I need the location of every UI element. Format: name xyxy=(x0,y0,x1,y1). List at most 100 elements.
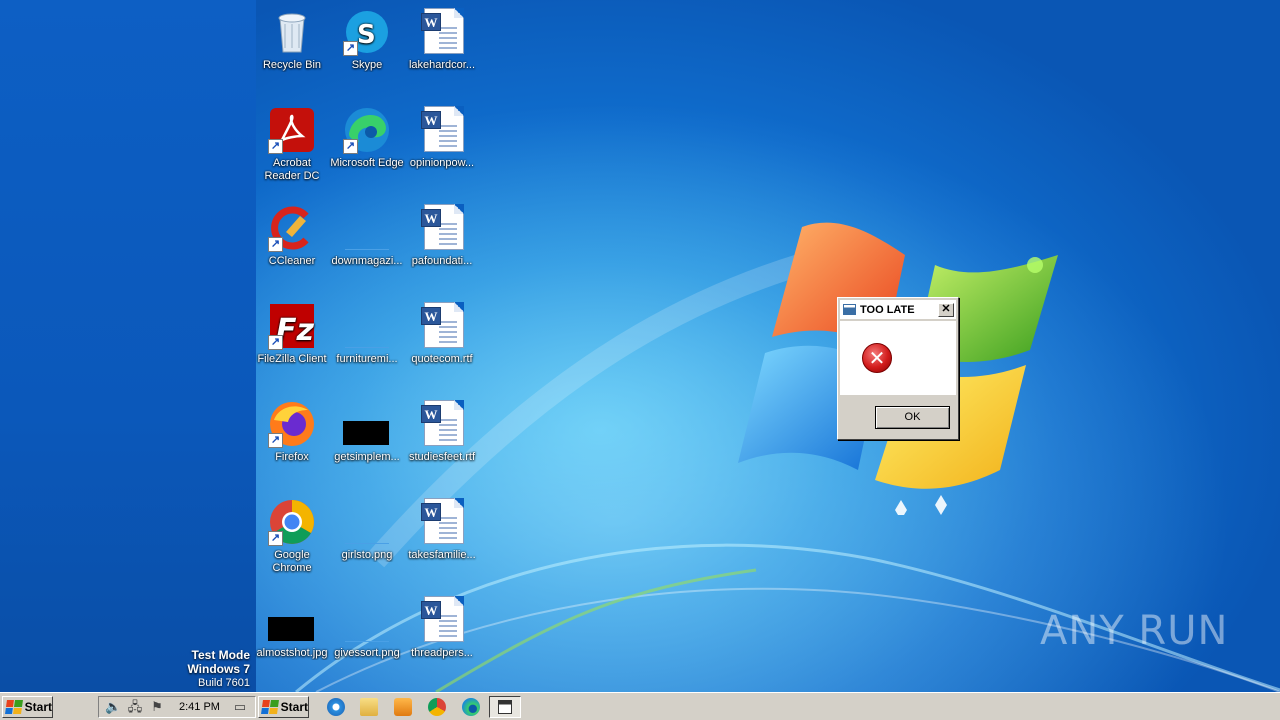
ok-button[interactable]: OK xyxy=(875,406,950,429)
network-icon[interactable]: 🖧 xyxy=(127,699,143,715)
start-label-secondary: Start xyxy=(280,700,308,714)
desktop-icon-takesfamilie[interactable]: W takesfamilie... xyxy=(404,498,480,562)
desktop-icon-firefox[interactable]: ↗ Firefox xyxy=(254,400,330,464)
word-document-icon: W xyxy=(418,204,466,252)
desktop-icon-filezilla[interactable]: Fz ↗ FileZilla Client xyxy=(254,302,330,366)
acrobat-icon: ↗ xyxy=(268,106,316,154)
desktop-icon-label: almostshot.jpg xyxy=(256,647,328,659)
desktop-icon-label: takesfamilie... xyxy=(408,549,476,561)
desktop-icon-opinionpow[interactable]: W opinionpow... xyxy=(404,106,480,170)
desktop-icon-recycle-bin[interactable]: Recycle Bin xyxy=(254,8,330,72)
desktop-icon-label: getsimplem... xyxy=(334,451,400,463)
window-icon xyxy=(843,304,856,315)
blank-file-icon xyxy=(343,302,391,350)
chrome-icon: ↗ xyxy=(268,498,316,546)
shortcut-arrow-icon: ↗ xyxy=(268,335,283,350)
show-desktop-icon[interactable]: ▭ xyxy=(232,699,248,715)
black-image-icon xyxy=(343,400,391,448)
flag-icon[interactable]: ⚑ xyxy=(149,699,165,715)
taskbar: Start 🔈 🖧 ⚑ 2:41 PM ▭ Start xyxy=(0,692,1280,720)
desktop-icon-label: threadpers... xyxy=(411,647,473,659)
desktop-icon-furnituremi[interactable]: furnituremi... xyxy=(329,302,405,366)
desktop-icon-acrobat[interactable]: ↗ Acrobat Reader DC xyxy=(254,106,330,183)
active-window-button[interactable] xyxy=(489,696,521,718)
word-document-icon: W xyxy=(418,106,466,154)
start-button-secondary[interactable]: Start xyxy=(258,696,309,718)
desktop-icon-label: givessort.png xyxy=(334,647,400,659)
desktop-left-panel xyxy=(0,0,256,692)
filezilla-icon: Fz ↗ xyxy=(268,302,316,350)
desktop-icon-label: lakehardcor... xyxy=(408,59,476,71)
active-window-icon xyxy=(498,700,512,714)
internet-explorer-icon[interactable] xyxy=(327,698,345,716)
desktop-icon-label: FileZilla Client xyxy=(257,353,327,365)
test-mode-line2: Windows 7 xyxy=(187,662,250,676)
desktop-icon-label: girlsto.png xyxy=(341,549,393,561)
desktop-icon-label: Skype xyxy=(351,59,383,71)
desktop-icon-quotecom[interactable]: W quotecom.rtf xyxy=(404,302,480,366)
blank-file-icon xyxy=(343,596,391,644)
windows-flag-icon xyxy=(5,700,23,714)
desktop-icon-label: quotecom.rtf xyxy=(411,353,473,365)
word-document-icon: W xyxy=(418,8,466,56)
desktop-icon-label: pafoundati... xyxy=(411,255,473,267)
system-tray: 🔈 🖧 ⚑ 2:41 PM ▭ xyxy=(98,696,256,718)
desktop-icon-downmagazi[interactable]: downmagazi... xyxy=(329,204,405,268)
word-document-icon: W xyxy=(418,400,466,448)
desktop-icon-label: furnituremi... xyxy=(336,353,398,365)
desktop-icon-givessort[interactable]: givessort.png xyxy=(329,596,405,660)
windows-flag-icon xyxy=(261,700,279,714)
desktop-icon-label: Acrobat Reader DC xyxy=(264,157,320,182)
media-player-icon[interactable] xyxy=(394,698,412,716)
word-document-icon: W xyxy=(418,596,466,644)
desktop-icon-girlsto[interactable]: girlsto.png xyxy=(329,498,405,562)
desktop-icon-label: Recycle Bin xyxy=(262,59,322,71)
dialog-titlebar[interactable]: TOO LATE ✕ xyxy=(840,300,956,319)
test-mode-watermark: Test Mode Windows 7 Build 7601 xyxy=(187,648,250,690)
desktop-icon-ccleaner[interactable]: ↗ CCleaner xyxy=(254,204,330,268)
shortcut-arrow-icon: ↗ xyxy=(268,237,283,252)
shortcut-arrow-icon: ↗ xyxy=(343,139,358,154)
svg-text:S: S xyxy=(357,20,376,50)
desktop: Recycle Bin ↗ Acrobat Reader DC ↗ CClean… xyxy=(0,0,1280,692)
word-document-icon: W xyxy=(418,302,466,350)
shortcut-arrow-icon: ↗ xyxy=(268,139,283,154)
desktop-icon-skype[interactable]: S ↗ Skype xyxy=(329,8,405,72)
blank-file-icon xyxy=(343,204,391,252)
start-button[interactable]: Start xyxy=(2,696,53,718)
blank-file-icon xyxy=(343,498,391,546)
desktop-icon-label: Google Chrome xyxy=(272,549,312,574)
dialog-title: TOO LATE xyxy=(860,303,915,316)
start-label: Start xyxy=(24,700,52,714)
test-mode-line3: Build 7601 xyxy=(198,677,250,689)
desktop-icon-studiesfeet[interactable]: W studiesfeet.rtf xyxy=(404,400,480,464)
chrome-icon[interactable] xyxy=(428,698,446,716)
shortcut-arrow-icon: ↗ xyxy=(268,531,283,546)
black-image-icon xyxy=(268,596,316,644)
desktop-icon-almostshot[interactable]: almostshot.jpg xyxy=(254,596,330,660)
desktop-icon-edge[interactable]: ↗ Microsoft Edge xyxy=(329,106,405,170)
anyrun-watermark: ANY RUN xyxy=(1040,608,1229,654)
desktop-icon-label: opinionpow... xyxy=(409,157,475,169)
word-document-icon: W xyxy=(418,498,466,546)
desktop-icon-pafoundati[interactable]: W pafoundati... xyxy=(404,204,480,268)
desktop-icon-threadpers[interactable]: W threadpers... xyxy=(404,596,480,660)
skype-icon: S ↗ xyxy=(343,8,391,56)
desktop-icon-label: studiesfeet.rtf xyxy=(408,451,476,463)
folder-icon[interactable] xyxy=(360,698,378,716)
clock[interactable]: 2:41 PM xyxy=(179,701,220,713)
speaker-icon[interactable]: 🔈 xyxy=(105,699,121,715)
desktop-icon-chrome[interactable]: ↗ Google Chrome xyxy=(254,498,330,575)
recycle-bin-icon xyxy=(268,8,316,56)
firefox-icon: ↗ xyxy=(268,400,316,448)
error-icon: ✕ xyxy=(862,343,892,373)
desktop-icon-lakehardcor[interactable]: W lakehardcor... xyxy=(404,8,480,72)
ccleaner-icon: ↗ xyxy=(268,204,316,252)
too-late-dialog: TOO LATE ✕ ✕ OK xyxy=(837,297,959,440)
close-button[interactable]: ✕ xyxy=(938,302,954,317)
shortcut-arrow-icon: ↗ xyxy=(343,41,358,56)
desktop-icon-label: Microsoft Edge xyxy=(330,157,404,169)
edge-icon[interactable] xyxy=(462,698,480,716)
desktop-icon-getsimplem[interactable]: getsimplem... xyxy=(329,400,405,464)
dialog-body: ✕ xyxy=(840,321,956,395)
